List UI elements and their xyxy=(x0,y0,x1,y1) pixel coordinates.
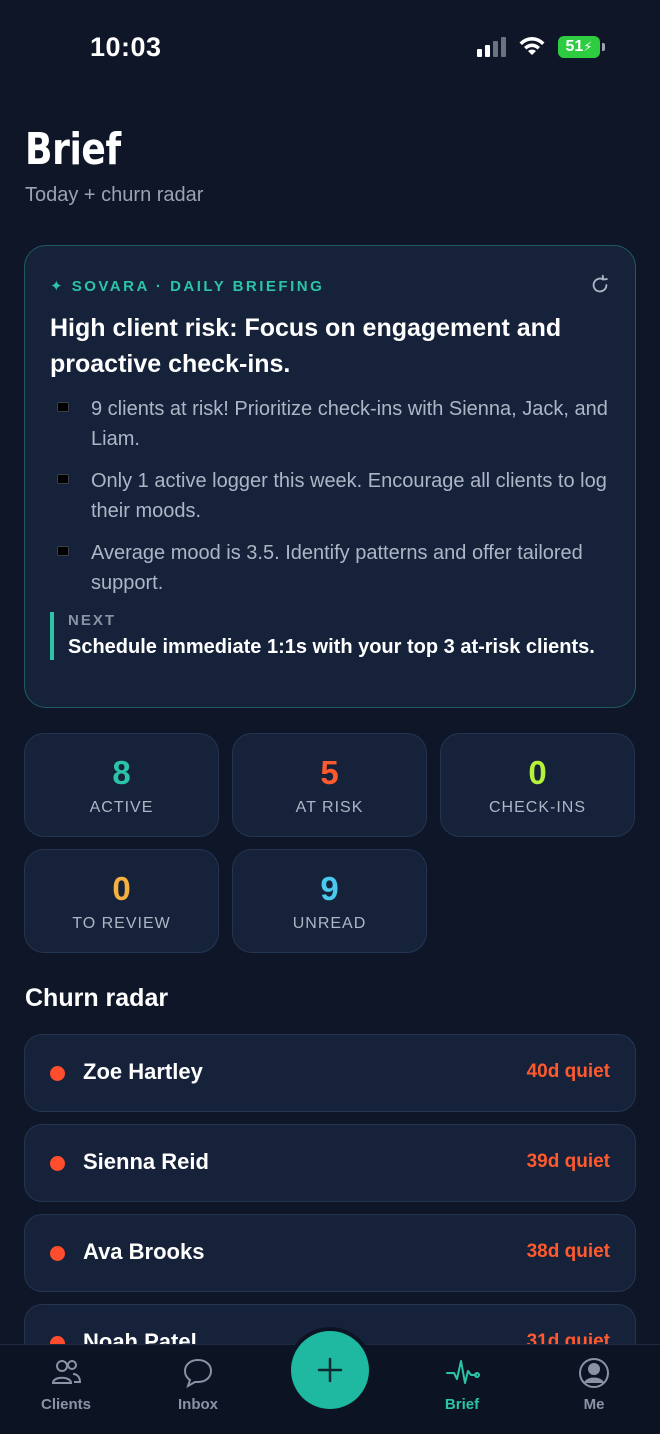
pulse-icon xyxy=(446,1360,480,1384)
status-time: 10:03 xyxy=(90,32,162,62)
profile-icon xyxy=(579,1358,609,1388)
tab-label: Brief xyxy=(444,1396,480,1413)
page-subtitle: Today + churn radar xyxy=(25,184,204,206)
briefing-kicker: ✦ SOVARA · DAILY BRIEFING xyxy=(50,278,325,295)
stat-active[interactable]: 8 ACTIVE xyxy=(24,733,219,837)
churn-row[interactable]: Ava Brooks 38d quiet xyxy=(24,1214,636,1292)
stat-unread[interactable]: 9 UNREAD xyxy=(232,849,427,953)
inbox-icon xyxy=(183,1358,213,1389)
signal-icon xyxy=(477,37,506,57)
client-name: Zoe Hartley xyxy=(83,1059,203,1084)
tab-clients[interactable]: Clients xyxy=(6,1345,126,1434)
risk-dot-icon xyxy=(50,1066,65,1081)
quiet-duration: 38d quiet xyxy=(526,1241,610,1262)
stat-label: AT RISK xyxy=(295,799,364,816)
bullet-icon xyxy=(57,546,69,556)
risk-dot-icon xyxy=(50,1156,65,1171)
quiet-duration: 40d quiet xyxy=(526,1061,610,1082)
page-title: Brief xyxy=(25,124,121,175)
quiet-duration: 39d quiet xyxy=(526,1151,610,1172)
status-icons: 51 ⚡ xyxy=(477,36,605,58)
briefing-headline: High client risk: Focus on engagement an… xyxy=(50,314,562,378)
churn-radar-title: Churn radar xyxy=(25,984,169,1012)
stat-label: ACTIVE xyxy=(89,799,154,816)
plus-icon xyxy=(317,1357,343,1383)
next-action: NEXT Schedule immediate 1:1s with your t… xyxy=(50,612,610,660)
stat-check-ins[interactable]: 0 CHECK-INS xyxy=(440,733,635,837)
bullet-icon xyxy=(57,474,69,484)
stat-at-risk[interactable]: 5 AT RISK xyxy=(232,733,427,837)
churn-row[interactable]: Sienna Reid 39d quiet xyxy=(24,1124,636,1202)
tab-label: Me xyxy=(583,1396,605,1413)
tab-inbox[interactable]: Inbox xyxy=(138,1345,258,1434)
stat-value: 5 xyxy=(320,754,339,791)
stat-value: 0 xyxy=(112,870,131,907)
battery-level: 51 xyxy=(565,38,584,55)
briefing-bullet: Only 1 active logger this week. Encourag… xyxy=(55,466,615,526)
stat-label: TO REVIEW xyxy=(72,915,171,932)
briefing-bullet: Average mood is 3.5. Identify patterns a… xyxy=(55,538,615,598)
tab-brief[interactable]: Brief xyxy=(402,1345,522,1434)
tab-label: Inbox xyxy=(178,1396,218,1413)
stat-value: 9 xyxy=(320,870,339,907)
tab-label: Clients xyxy=(40,1396,91,1413)
bullet-icon xyxy=(57,402,69,412)
refresh-icon[interactable] xyxy=(589,274,611,296)
stat-label: CHECK-INS xyxy=(488,799,586,816)
wifi-icon xyxy=(519,37,545,55)
add-button[interactable] xyxy=(291,1331,369,1409)
client-name: Sienna Reid xyxy=(83,1149,209,1174)
tab-me[interactable]: Me xyxy=(534,1345,654,1434)
briefing-bullet: 9 clients at risk! Prioritize check-ins … xyxy=(55,394,615,454)
clients-icon xyxy=(51,1360,82,1384)
stat-value: 8 xyxy=(112,754,131,791)
battery-icon: 51 ⚡ xyxy=(558,36,605,58)
stat-value: 0 xyxy=(528,754,547,791)
stat-to-review[interactable]: 0 TO REVIEW xyxy=(24,849,219,953)
briefing-bullets: 9 clients at risk! Prioritize check-ins … xyxy=(55,394,615,610)
client-name: Ava Brooks xyxy=(83,1239,205,1264)
stat-label: UNREAD xyxy=(292,915,367,932)
daily-briefing-card: ✦ SOVARA · DAILY BRIEFING High client ri… xyxy=(24,245,636,708)
churn-row[interactable]: Zoe Hartley 40d quiet xyxy=(24,1034,636,1112)
next-label: NEXT xyxy=(68,612,117,629)
next-text: Schedule immediate 1:1s with your top 3 … xyxy=(68,636,595,658)
risk-dot-icon xyxy=(50,1246,65,1261)
status-bar: 10:03 51 ⚡ xyxy=(0,0,660,96)
